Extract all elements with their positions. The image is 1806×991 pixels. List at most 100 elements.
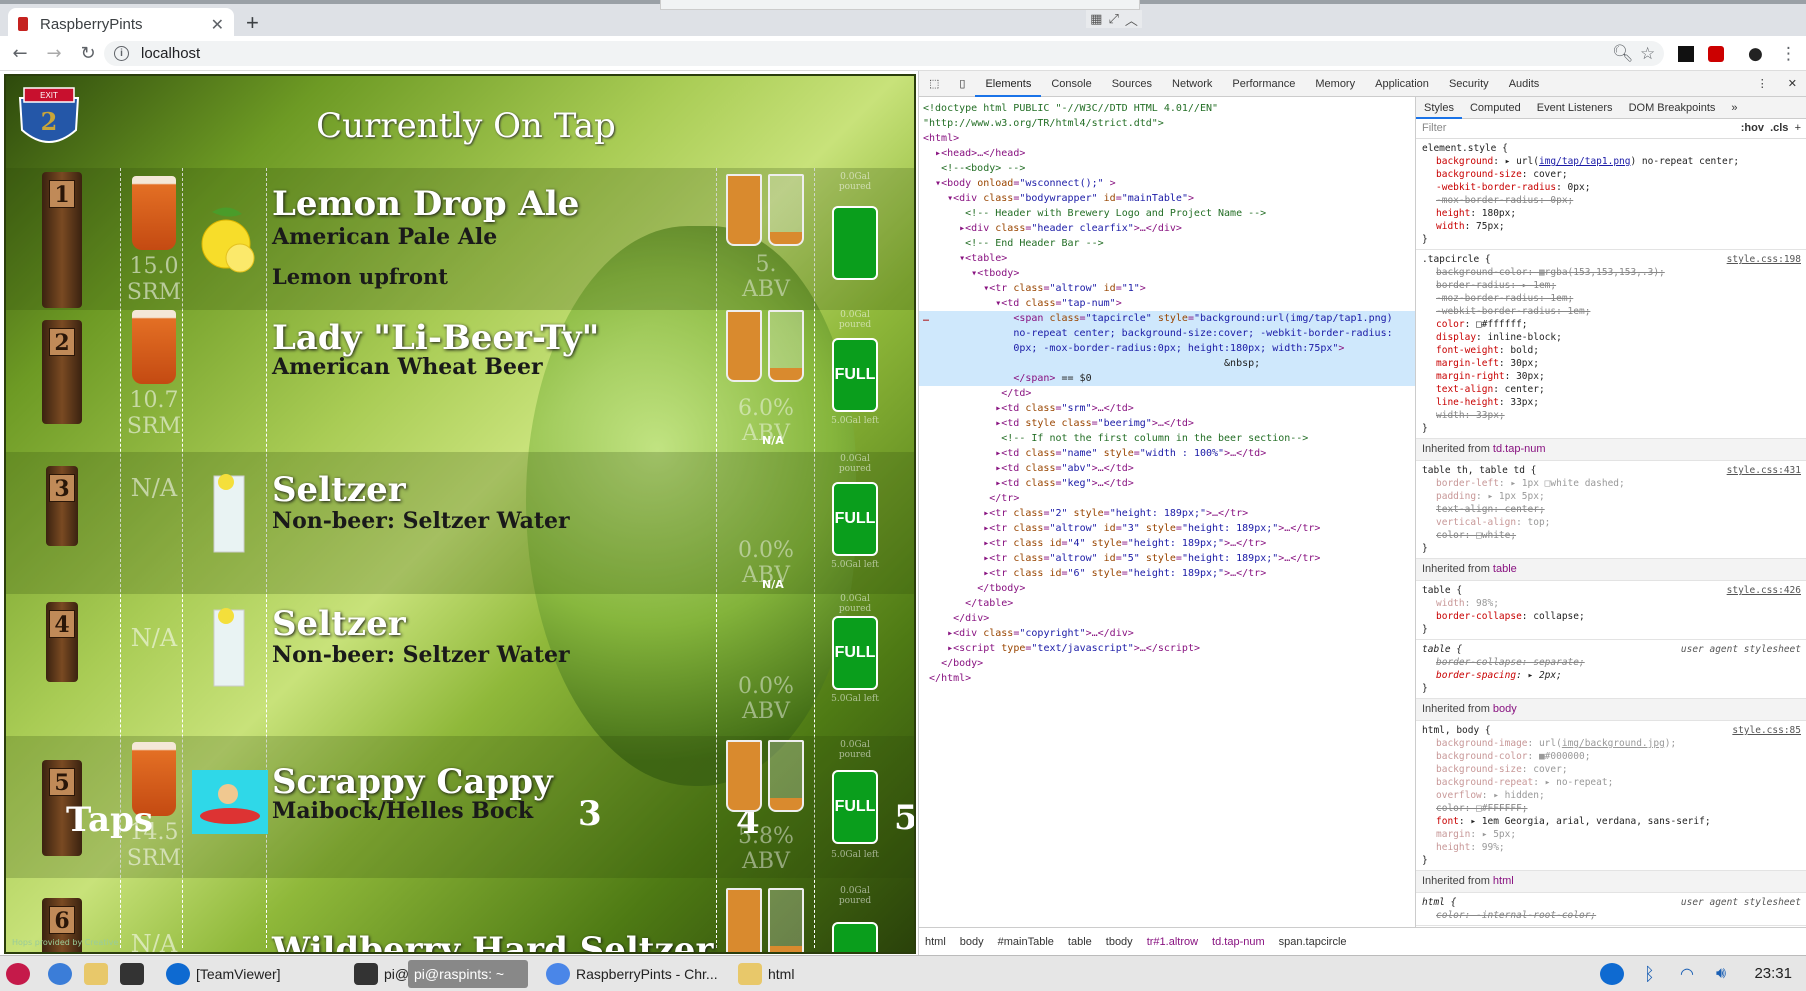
dom-line[interactable]: ▾<table> [919,251,1415,266]
styles-filter[interactable]: Filter :hov .cls + [1416,119,1806,139]
tab-memory[interactable]: Memory [1305,71,1365,97]
style-prop[interactable]: background: ▸ url(img/tap/tap1.png) no-r… [1422,155,1801,168]
dom-line[interactable]: "http://www.w3.org/TR/html4/strict.dtd"> [919,116,1415,131]
source-link[interactable]: style.css:431 [1727,464,1801,477]
style-rule[interactable]: table {user agent stylesheet border-coll… [1416,640,1806,699]
style-prop[interactable]: border-radius: ▸ 1em; [1422,279,1801,292]
dom-line[interactable]: <!-- If not the first column in the beer… [919,431,1415,446]
style-prop[interactable]: -mox-border-radius: 0px; [1422,194,1801,207]
forward-icon[interactable]: → [40,43,68,64]
browser-launcher-icon[interactable] [48,960,78,988]
style-rule[interactable]: html, body {style.css:85 background-imag… [1416,721,1806,871]
zoom-icon[interactable]: 🔍︎ [1612,44,1634,64]
style-prop[interactable]: border-collapse: separate; [1422,656,1801,669]
cls-toggle[interactable]: .cls [1770,122,1788,134]
style-prop[interactable]: background-color: ■#000000; [1422,750,1801,763]
teamviewer-tray-icon[interactable] [1600,960,1630,988]
breadcrumb-item[interactable]: tr#1.altrow [1147,936,1198,948]
style-prop[interactable]: height: 99%; [1422,841,1801,854]
dom-line-selected[interactable]: </span> == $0 [919,371,1415,386]
dom-line[interactable]: </tr> [919,491,1415,506]
style-prop[interactable]: -webkit-border-radius: 1em; [1422,305,1801,318]
dom-line[interactable]: ▾<div class="bodywrapper" id="mainTable"… [919,191,1415,206]
extension-icon[interactable] [1678,46,1694,62]
taskbar-terminal-1[interactable]: pi@ [348,960,415,988]
volume-icon[interactable]: 🔊︎ [1716,960,1726,988]
dom-line[interactable]: ▸<tr class id="6" style="height: 189px;"… [919,566,1415,581]
file-manager-icon[interactable] [84,960,114,988]
raspberry-menu-icon[interactable] [6,960,36,988]
dom-line[interactable]: <!-- Header with Brewery Logo and Projec… [919,206,1415,221]
style-prop[interactable]: margin: ▸ 5px; [1422,828,1801,841]
style-prop[interactable]: width: 75px; [1422,220,1801,233]
style-prop[interactable]: color: □#ffffff; [1422,318,1801,331]
source-link[interactable]: style.css:426 [1727,584,1801,597]
taskbar-terminal-2[interactable]: pi@raspints: ~ [408,960,528,988]
tab-audits[interactable]: Audits [1499,71,1550,97]
ublock-icon[interactable] [1708,46,1724,62]
expand-icon[interactable]: ⤢ [1108,12,1118,27]
dom-line[interactable]: ▾<tr class="altrow" id="1"> [919,281,1415,296]
dom-line[interactable]: <!doctype html PUBLIC "-//W3C//DTD HTML … [919,101,1415,116]
source-link[interactable]: style.css:198 [1727,253,1801,266]
dom-line-selected[interactable]: … <span class="tapcircle" style="backgro… [919,311,1415,326]
style-prop[interactable]: -webkit-border-radius: 0px; [1422,181,1801,194]
new-tab-button[interactable]: + [246,10,259,36]
dom-line-selected[interactable]: &nbsp; [919,356,1415,371]
style-prop[interactable]: vertical-align: top; [1422,516,1801,529]
dom-line[interactable]: </tbody> [919,581,1415,596]
dom-line-selected[interactable]: no-repeat center; background-size:cover;… [919,326,1415,341]
terminal-icon[interactable] [120,960,150,988]
taskbar-chromium[interactable]: RaspberryPints - Chr... [540,960,724,988]
dom-line[interactable]: </td> [919,386,1415,401]
style-prop[interactable]: margin-right: 30px; [1422,370,1801,383]
menu-icon[interactable]: ⋮ [1780,44,1797,64]
chevron-up-icon[interactable]: ︿ [1125,10,1138,29]
dom-line-selected[interactable]: 0px; -mox-border-radius:0px; height:180p… [919,341,1415,356]
dom-line[interactable]: <!-- End Header Bar --> [919,236,1415,251]
style-prop[interactable]: width: 98%; [1422,597,1801,610]
source-link[interactable]: style.css:85 [1732,724,1801,737]
style-rule[interactable]: html {user agent stylesheet color: -inte… [1416,893,1806,926]
dom-line[interactable]: <html> [919,131,1415,146]
more-tabs-icon[interactable]: » [1723,97,1745,119]
tab-network[interactable]: Network [1162,71,1222,97]
dom-line[interactable]: </table> [919,596,1415,611]
style-prop[interactable]: height: 180px; [1422,207,1801,220]
taskbar-folder[interactable]: html [732,960,800,988]
add-rule-icon[interactable]: + [1795,122,1801,134]
breadcrumb-item[interactable]: #mainTable [998,936,1054,948]
more-options-icon[interactable]: ⋮ [1747,71,1778,97]
info-icon[interactable]: i [114,46,129,61]
style-prop[interactable]: overflow: ▸ hidden; [1422,789,1801,802]
dom-line[interactable]: ▸<td style class="beerimg">…</td> [919,416,1415,431]
style-prop[interactable]: color: □#FFFFFF; [1422,802,1801,815]
dom-line[interactable]: ▸<tr class="altrow" id="3" style="height… [919,521,1415,536]
tab-styles[interactable]: Styles [1416,97,1462,119]
dom-line[interactable]: ▸<script type="text/javascript">…</scrip… [919,641,1415,656]
style-prop[interactable]: line-height: 33px; [1422,396,1801,409]
style-prop[interactable]: color: □white; [1422,529,1801,542]
profile-icon[interactable]: ● [1748,44,1763,64]
reload-icon[interactable]: ↻ [74,43,102,64]
wifi-icon[interactable]: ◠ [1680,960,1694,988]
dom-line[interactable]: </div> [919,611,1415,626]
dom-line[interactable]: ▸<td class="name" style="width : 100%">…… [919,446,1415,461]
breadcrumb-item[interactable]: html [925,936,946,948]
style-prop[interactable]: font: ▸ 1em Georgia, arial, verdana, san… [1422,815,1801,828]
style-prop[interactable]: width: 33px; [1422,409,1801,422]
style-prop[interactable]: display: inline-block; [1422,331,1801,344]
style-prop[interactable]: margin-left: 30px; [1422,357,1801,370]
style-rule[interactable]: table th, table td {style.css:431 border… [1416,461,1806,559]
dom-line[interactable]: ▸<tr class="2" style="height: 189px;">…<… [919,506,1415,521]
tab-dom-breakpoints[interactable]: DOM Breakpoints [1621,97,1724,119]
dom-line[interactable]: ▾<td class="tap-num"> [919,296,1415,311]
style-prop[interactable]: text-align: center; [1422,383,1801,396]
style-prop[interactable]: font-weight: bold; [1422,344,1801,357]
grid-icon[interactable]: ▦ [1090,12,1102,27]
style-prop[interactable]: border-left: ▸ 1px □white dashed; [1422,477,1801,490]
style-prop[interactable]: background-size: cover; [1422,763,1801,776]
style-prop[interactable]: text-align: center; [1422,503,1801,516]
style-prop[interactable]: -moz-border-radius: 1em; [1422,292,1801,305]
dom-line[interactable]: ▸<td class="srm">…</td> [919,401,1415,416]
